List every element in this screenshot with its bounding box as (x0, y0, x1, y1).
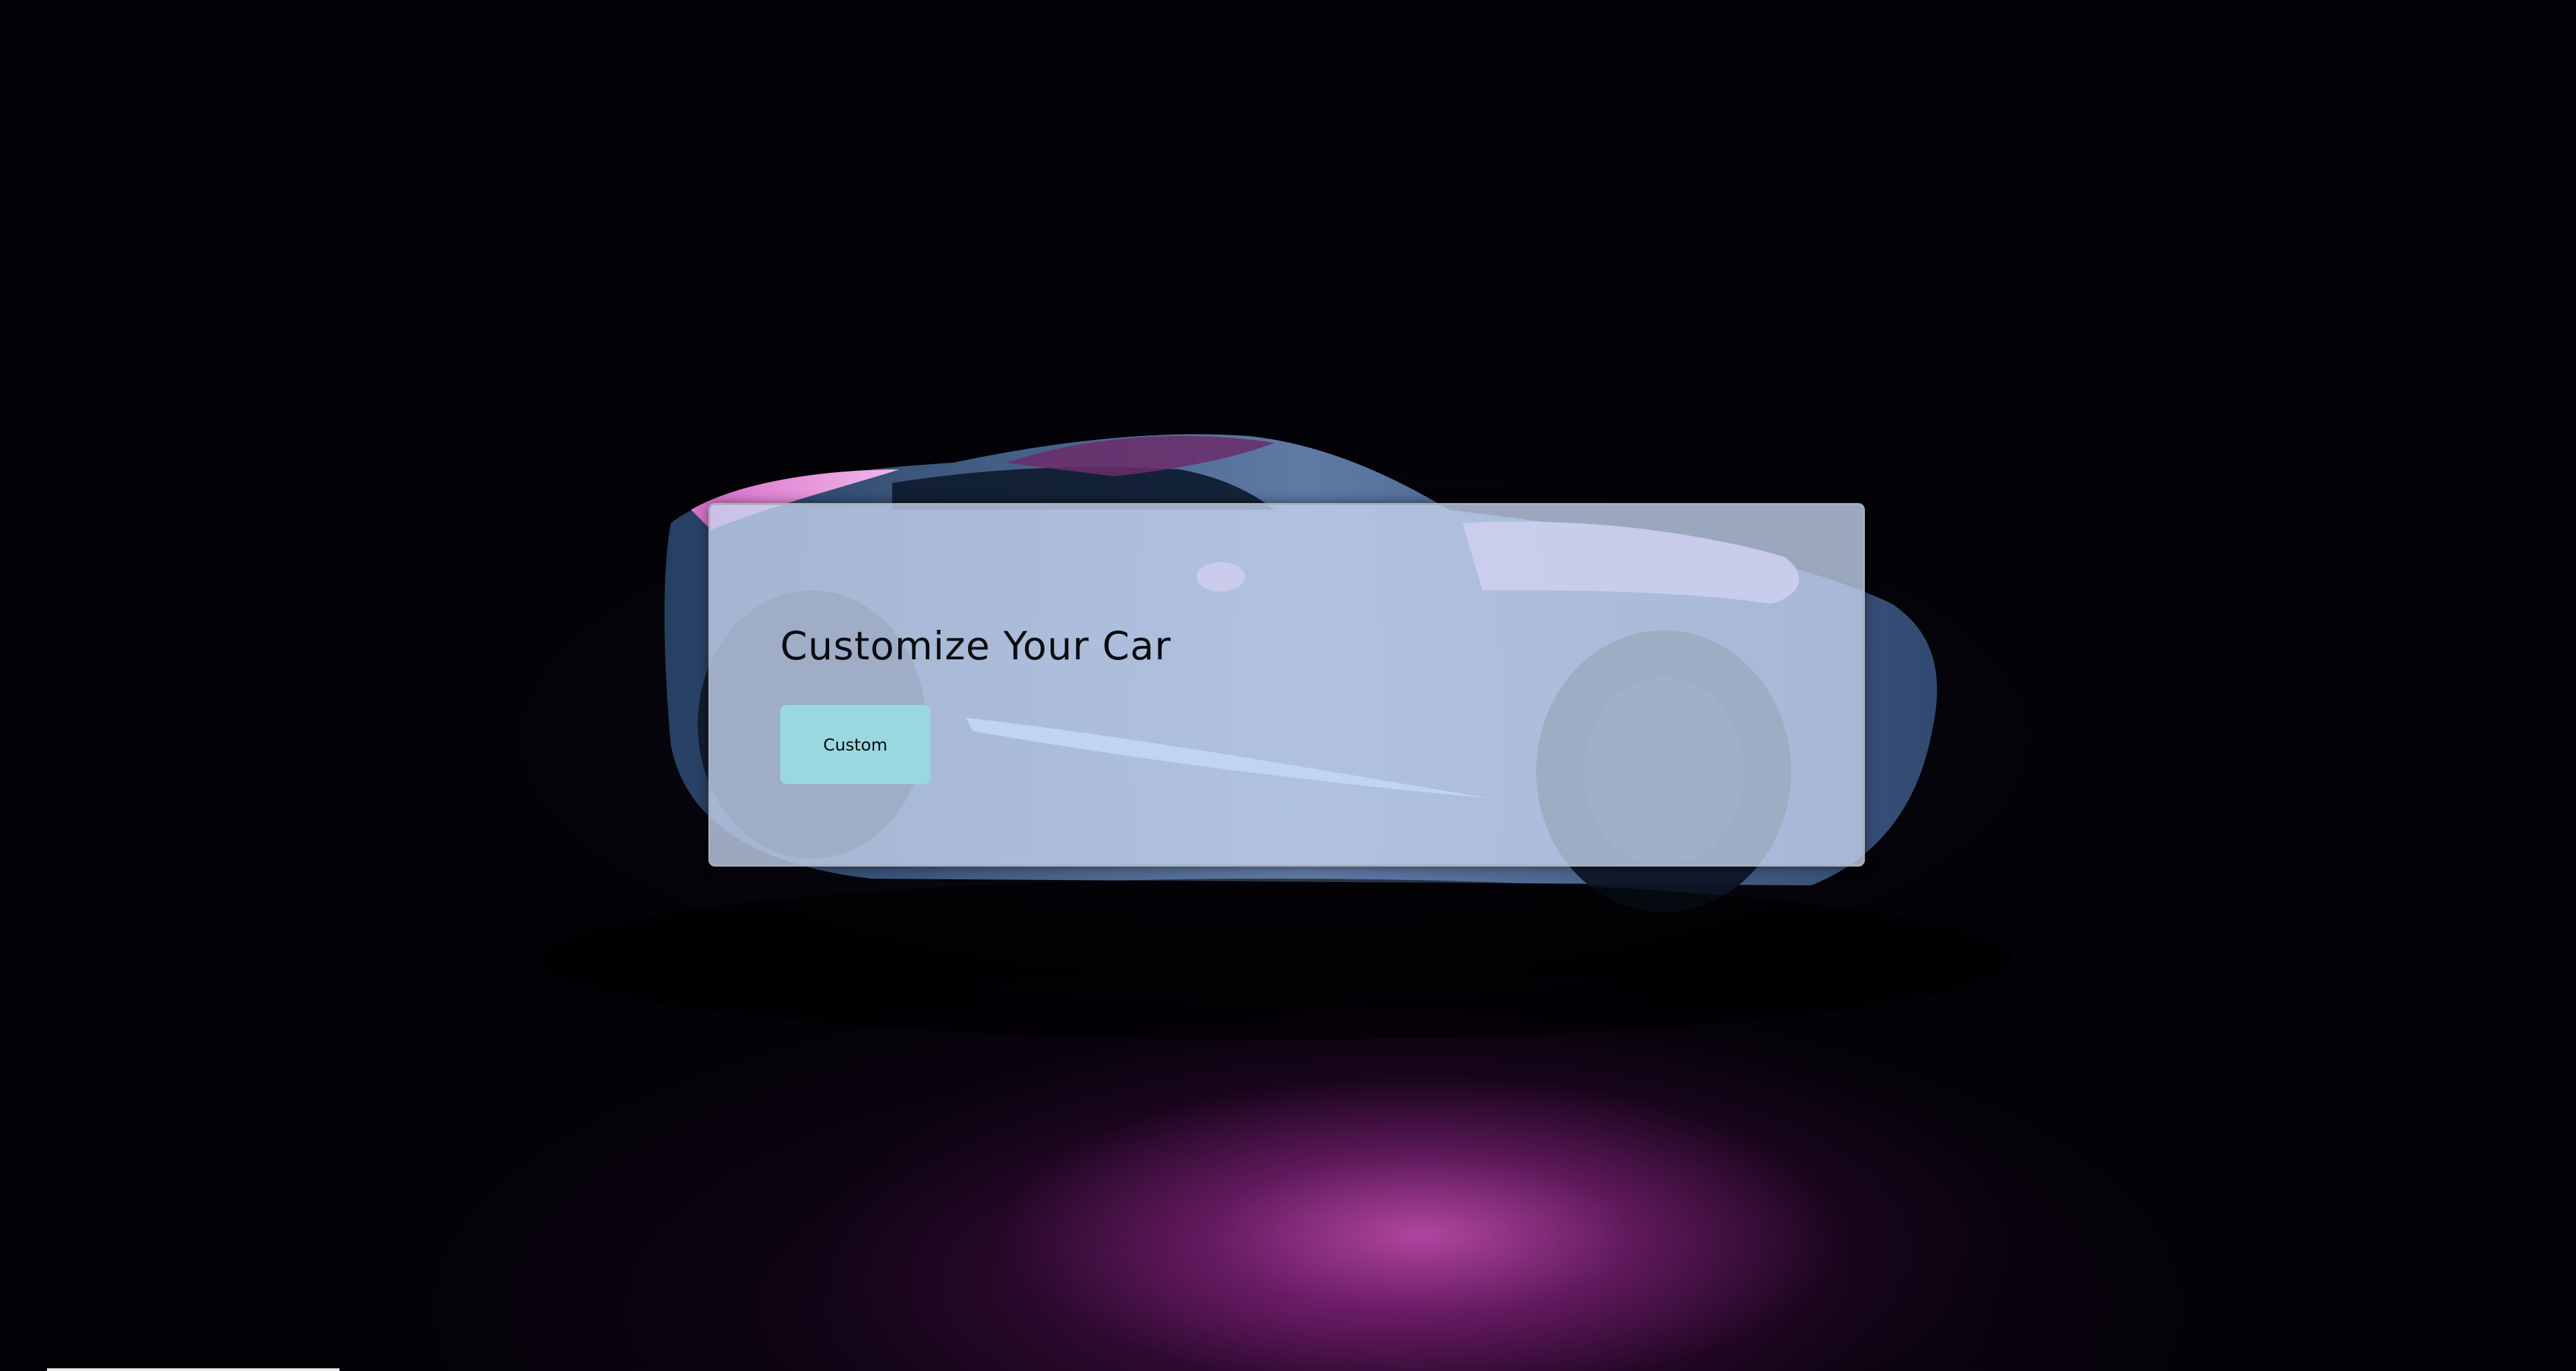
customize-panel: Customize Your Car Custom (708, 503, 1865, 867)
page-title: Customize Your Car (780, 623, 1172, 669)
page-root: Customize Your Car Custom (0, 0, 2576, 1371)
horizontal-scrollbar[interactable] (47, 1368, 339, 1371)
custom-button[interactable]: Custom (780, 705, 930, 784)
